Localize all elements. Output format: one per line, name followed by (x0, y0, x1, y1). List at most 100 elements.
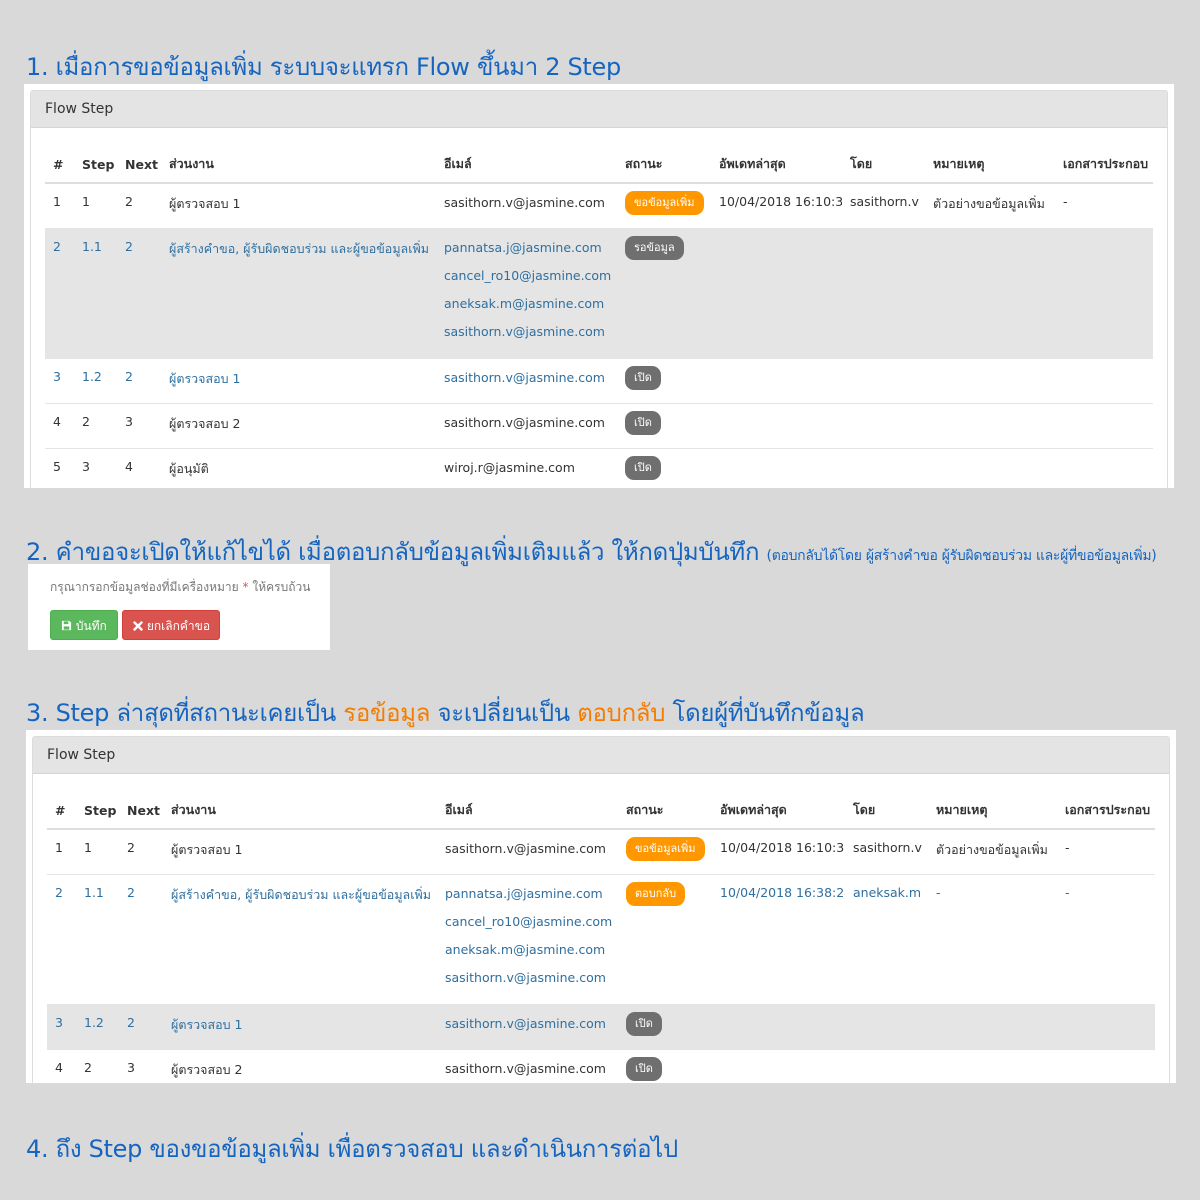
status-badge: ตอบกลับ (626, 881, 686, 906)
cell-updated (711, 227, 842, 358)
table-row[interactable]: 4 2 3 ผู้ตรวจสอบ 2 sasithorn.v@jasmine.c… (47, 1048, 1155, 1083)
table-row[interactable]: 2 1.1 2 ผู้สร้างคำขอ, ผู้รับผิดชอบร่วม แ… (47, 873, 1155, 1004)
col-header[interactable]: หมายเหตุ (925, 146, 1055, 184)
step1-heading: 1. เมื่อการขอข้อมูลเพิ่ม ระบบจะแทรก Flow… (26, 53, 621, 81)
cell-note (925, 357, 1055, 403)
cell-email: sasithorn.v@jasmine.com (436, 357, 617, 403)
cell-next: 2 (117, 357, 161, 403)
cell-status: เปิด (617, 447, 711, 488)
table-row[interactable]: 1 1 2 ผู้ตรวจสอบ 1 sasithorn.v@jasmine.c… (45, 182, 1153, 228)
cell-doc: - (1057, 873, 1155, 1004)
cell-num: 5 (45, 447, 74, 488)
cell-email: pannatsa.j@jasmine.com cancel_ro10@jasmi… (436, 227, 617, 358)
table-row[interactable]: 5 3 4 ผู้อนุมัติ wiroj.r@jasmine.com เปิ… (45, 447, 1153, 488)
email: sasithorn.v@jasmine.com (444, 323, 605, 339)
table-row[interactable]: 3 1.2 2 ผู้ตรวจสอบ 1 sasithorn.v@jasmine… (47, 1003, 1155, 1049)
col-header[interactable]: เอกสารประกอบ (1057, 792, 1155, 830)
cell-num: 1 (45, 182, 74, 228)
cell-by (845, 1048, 928, 1083)
cell-status: ตอบกลับ (618, 873, 712, 1004)
table-row[interactable]: 2 1.1 2 ผู้สร้างคำขอ, ผู้รับผิดชอบร่วม แ… (45, 227, 1153, 358)
required-hint: กรุณากรอกข้อมูลช่องที่มีเครื่องหมาย * ให… (50, 578, 310, 597)
cell-status: ขอข้อมูลเพิ่ม (617, 182, 711, 228)
col-header[interactable]: หมายเหตุ (928, 792, 1057, 830)
save-button[interactable]: บันทึก (50, 610, 118, 640)
cell-updated: 10/04/2018 16:38:24 (712, 873, 845, 1004)
status-badge: เปิด (625, 455, 661, 480)
col-header[interactable]: Next (119, 792, 163, 830)
cell-status: รอข้อมูล (617, 227, 711, 358)
status-badge: เปิด (625, 410, 661, 435)
cell-note (925, 227, 1055, 358)
cell-email: pannatsa.j@jasmine.com cancel_ro10@jasmi… (437, 873, 618, 1004)
cell-email: sasithorn.v@jasmine.com (436, 402, 617, 448)
cell-step: 1.1 (74, 227, 117, 358)
cell-updated (711, 447, 842, 488)
status-badge: เปิด (625, 365, 661, 390)
cell-updated: 10/04/2018 16:10:35 (711, 182, 842, 228)
col-header[interactable]: อีเมล์ (437, 792, 618, 830)
col-header[interactable]: ส่วนงาน (161, 146, 436, 184)
table-row[interactable]: 1 1 2 ผู้ตรวจสอบ 1 sasithorn.v@jasmine.c… (47, 828, 1155, 874)
cell-dept: ผู้ตรวจสอบ 1 (163, 1003, 437, 1049)
col-header[interactable]: อีเมล์ (436, 146, 617, 184)
email: sasithorn.v@jasmine.com (445, 841, 606, 856)
cell-step: 1.2 (74, 357, 117, 403)
col-header[interactable]: อัพเดทล่าสุด (712, 792, 845, 830)
col-header[interactable]: # (45, 146, 74, 184)
col-header[interactable]: ส่วนงาน (163, 792, 437, 830)
cell-next: 3 (117, 402, 161, 448)
status-badge: ขอข้อมูลเพิ่ม (626, 837, 705, 861)
heading-text: โดยผู้ที่บันทึกข้อมูล (665, 699, 865, 727)
cell-step: 2 (76, 1048, 119, 1083)
save-label: บันทึก (75, 619, 107, 633)
col-header[interactable]: Next (117, 146, 161, 184)
table-header-row: # Step Next ส่วนงาน อีเมล์ สถานะ อัพเดทล… (47, 792, 1155, 830)
hint-text: กรุณากรอกข้อมูลช่องที่มีเครื่องหมาย (50, 580, 243, 594)
cell-status: เปิด (617, 402, 711, 448)
cell-doc (1057, 1003, 1155, 1049)
cell-next: 2 (117, 227, 161, 358)
table-row[interactable]: 4 2 3 ผู้ตรวจสอบ 2 sasithorn.v@jasmine.c… (45, 402, 1153, 448)
step2-heading-main: 2. คำขอจะเปิดให้แก้ไขได้ เมื่อตอบกลับข้อ… (26, 538, 760, 566)
col-header[interactable]: Step (74, 146, 117, 184)
col-header[interactable]: โดย (845, 792, 928, 830)
form-actions-screenshot: กรุณากรอกข้อมูลช่องที่มีเครื่องหมาย * ให… (28, 564, 330, 650)
cell-doc (1055, 227, 1153, 358)
step2-heading-note: (ตอบกลับได้โดย ผู้สร้างคำขอ ผู้รับผิดชอบ… (766, 548, 1157, 564)
col-header[interactable]: # (47, 792, 76, 830)
col-header[interactable]: โดย (842, 146, 925, 184)
cell-dept: ผู้ตรวจสอบ 1 (161, 357, 436, 403)
cell-step: 3 (74, 447, 117, 488)
cell-updated (712, 1048, 845, 1083)
cancel-request-button[interactable]: ยกเลิกคำขอ (122, 610, 220, 640)
cell-doc (1057, 1048, 1155, 1083)
cell-step: 1.2 (76, 1003, 119, 1049)
cell-step: 2 (74, 402, 117, 448)
col-header[interactable]: อัพเดทล่าสุด (711, 146, 842, 184)
cell-dept: ผู้สร้างคำขอ, ผู้รับผิดชอบร่วม และผู้ขอข… (161, 227, 436, 358)
col-header[interactable]: เอกสารประกอบ (1055, 146, 1153, 184)
flow-step-screenshot-2: Flow Step # Step Next ส่วนงาน อีเมล์ สถา… (26, 730, 1176, 1083)
flow-step-table: # Step Next ส่วนงาน อีเมล์ สถานะ อัพเดทล… (47, 792, 1155, 1083)
email: aneksak.m@jasmine.com (445, 941, 606, 957)
col-header[interactable]: สถานะ (617, 146, 711, 184)
email: cancel_ro10@jasmine.com (445, 913, 613, 929)
step3-heading: 3. Step ล่าสุดที่สถานะเคยเป็น รอข้อมูล จ… (26, 693, 865, 732)
table-row[interactable]: 3 1.2 2 ผู้ตรวจสอบ 1 sasithorn.v@jasmine… (45, 357, 1153, 403)
cell-updated (712, 1003, 845, 1049)
col-header[interactable]: สถานะ (618, 792, 712, 830)
status-badge: รอข้อมูล (625, 235, 684, 260)
cell-next: 4 (117, 447, 161, 488)
cell-email: sasithorn.v@jasmine.com (437, 1003, 618, 1049)
cell-note: - (928, 873, 1057, 1004)
cell-by (842, 357, 925, 403)
col-header[interactable]: Step (76, 792, 119, 830)
heading-text: จะเปลี่ยนเป็น (430, 699, 578, 727)
cell-email: wiroj.r@jasmine.com (436, 447, 617, 488)
cell-status: เปิด (618, 1048, 712, 1083)
cell-dept: ผู้ตรวจสอบ 2 (161, 402, 436, 448)
cell-by (845, 1003, 928, 1049)
cell-step: 1 (74, 182, 117, 228)
cell-email: sasithorn.v@jasmine.com (437, 1048, 618, 1083)
